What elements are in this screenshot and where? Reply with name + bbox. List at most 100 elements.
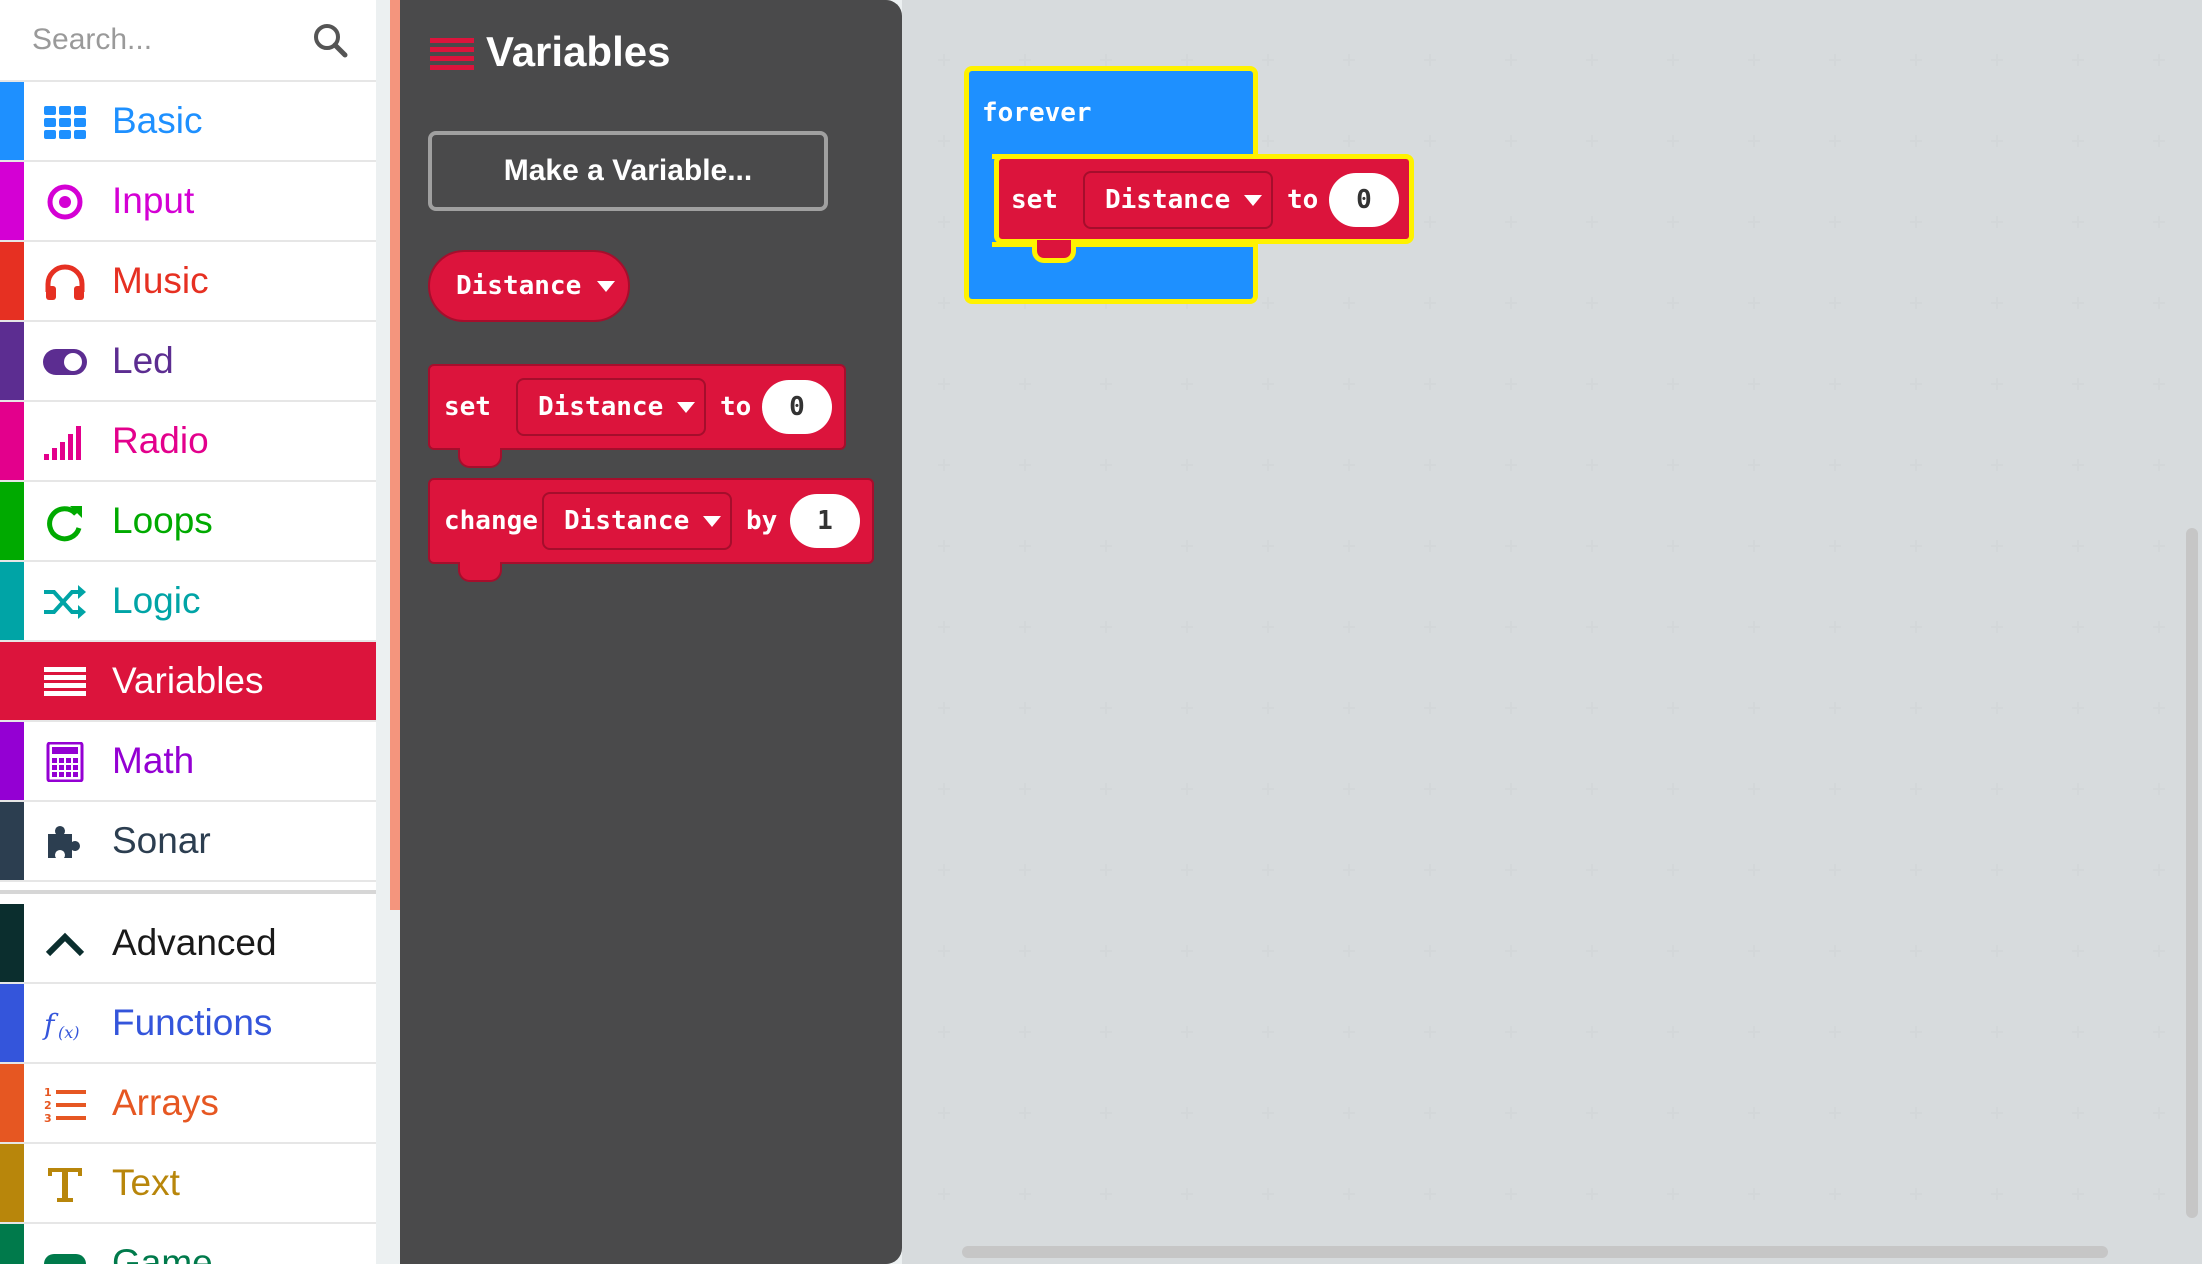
grid-mark (1748, 864, 1760, 876)
grid-mark (1667, 459, 1679, 471)
category-loops[interactable]: Loops (0, 482, 376, 562)
value-input[interactable]: 1 (790, 494, 860, 548)
category-music[interactable]: Music (0, 242, 376, 322)
category-advanced[interactable]: Advanced (0, 904, 376, 984)
grid-mark (1991, 459, 2003, 471)
category-led[interactable]: Led (0, 322, 376, 402)
grid-mark (1181, 54, 1193, 66)
grid-mark (1667, 702, 1679, 714)
grid-mark (1343, 297, 1355, 309)
grid-mark (1505, 945, 1517, 957)
variable-dropdown[interactable]: Distance (1083, 171, 1273, 229)
horizontal-scrollbar[interactable] (962, 1246, 2108, 1258)
grid-mark (1586, 945, 1598, 957)
grid-mark (2153, 378, 2165, 390)
grid-mark (1505, 1188, 1517, 1200)
category-variables[interactable]: Variables (0, 642, 376, 722)
grid-mark (1100, 540, 1112, 552)
grid-mark (1586, 135, 1598, 147)
category-functions[interactable]: f (x) Functions (0, 984, 376, 1064)
category-color-bar (0, 242, 24, 320)
grid-mark (1181, 1188, 1193, 1200)
grid-mark (2153, 864, 2165, 876)
grid-mark (2072, 945, 2084, 957)
variable-reporter-block[interactable]: Distance (428, 250, 630, 322)
category-logic[interactable]: Logic (0, 562, 376, 642)
variable-name: Distance (456, 271, 582, 301)
change-variable-block[interactable]: change Distance by 1 (428, 478, 874, 564)
make-variable-button[interactable]: Make a Variable... (428, 131, 828, 211)
category-color-bar (0, 562, 24, 640)
grid-mark (1910, 1026, 1922, 1038)
category-label: Led (112, 340, 174, 381)
grid-mark (2072, 864, 2084, 876)
gamepad-icon (44, 1254, 86, 1264)
puzzle-icon (48, 826, 80, 858)
category-color-bar (0, 1064, 24, 1142)
category-color-bar (0, 82, 24, 160)
category-color-bar (0, 984, 24, 1062)
grid-mark (1424, 459, 1436, 471)
grid-mark (1910, 1188, 1922, 1200)
set-variable-block[interactable]: set Distance to 0 (428, 364, 846, 450)
category-sonar[interactable]: Sonar (0, 802, 376, 882)
variable-dropdown[interactable]: Distance (516, 378, 706, 436)
value-input[interactable]: 0 (762, 380, 832, 434)
grid-mark (1586, 540, 1598, 552)
calculator-icon (46, 742, 84, 782)
grid-mark (1991, 621, 2003, 633)
variable-dropdown[interactable]: Distance (542, 492, 732, 550)
grid-mark (1262, 54, 1274, 66)
search-icon[interactable] (310, 20, 350, 60)
grid-mark (1991, 135, 2003, 147)
grid-mark (1505, 459, 1517, 471)
toggle-icon (43, 349, 87, 375)
grid-mark (2153, 540, 2165, 552)
chevron-down-icon (703, 516, 722, 527)
category-game[interactable]: Game (0, 1224, 376, 1264)
svg-text:3: 3 (44, 1112, 52, 1124)
grid-mark (1991, 702, 2003, 714)
workspace-set-variable-block[interactable]: set Distance to 0 (994, 154, 1414, 244)
grid-mark (1667, 297, 1679, 309)
category-color-bar (0, 322, 24, 400)
toolbox-sidebar: Basic Input Music Led (0, 0, 376, 1264)
category-label: Loops (112, 500, 213, 541)
grid-mark (1667, 54, 1679, 66)
grid-mark (1343, 54, 1355, 66)
category-basic[interactable]: Basic (0, 82, 376, 162)
search-input[interactable] (14, 14, 330, 66)
grid-mark (1910, 378, 1922, 390)
grid-mark (1424, 378, 1436, 390)
category-text[interactable]: Text (0, 1144, 376, 1224)
vertical-scrollbar[interactable] (2186, 528, 2198, 1218)
grid-mark (1343, 1026, 1355, 1038)
forever-block-arm (964, 156, 998, 252)
to-keyword: to (720, 392, 752, 422)
grid-mark (1424, 1107, 1436, 1119)
grid-mark (1748, 135, 1760, 147)
grid-mark (2153, 702, 2165, 714)
grid-mark (1424, 945, 1436, 957)
grid-mark (1181, 864, 1193, 876)
grid-mark (1586, 1107, 1598, 1119)
category-arrays[interactable]: 1 2 3 Arrays (0, 1064, 376, 1144)
grid-mark (1991, 1107, 2003, 1119)
category-label: Music (112, 260, 209, 301)
grid-mark (1829, 1026, 1841, 1038)
grid-mark (2153, 135, 2165, 147)
grid-mark (1505, 54, 1517, 66)
category-radio[interactable]: Radio (0, 402, 376, 482)
grid-mark (1505, 1026, 1517, 1038)
grid-mark (1262, 135, 1274, 147)
grid-mark (1019, 540, 1031, 552)
grid-mark (1343, 378, 1355, 390)
category-math[interactable]: Math (0, 722, 376, 802)
category-input[interactable]: Input (0, 162, 376, 242)
grid-mark (938, 864, 950, 876)
grid-mark (2072, 54, 2084, 66)
grid-mark (1586, 783, 1598, 795)
value-input[interactable]: 0 (1329, 173, 1399, 227)
category-label: Sonar (112, 820, 211, 861)
grid-mark (1667, 783, 1679, 795)
